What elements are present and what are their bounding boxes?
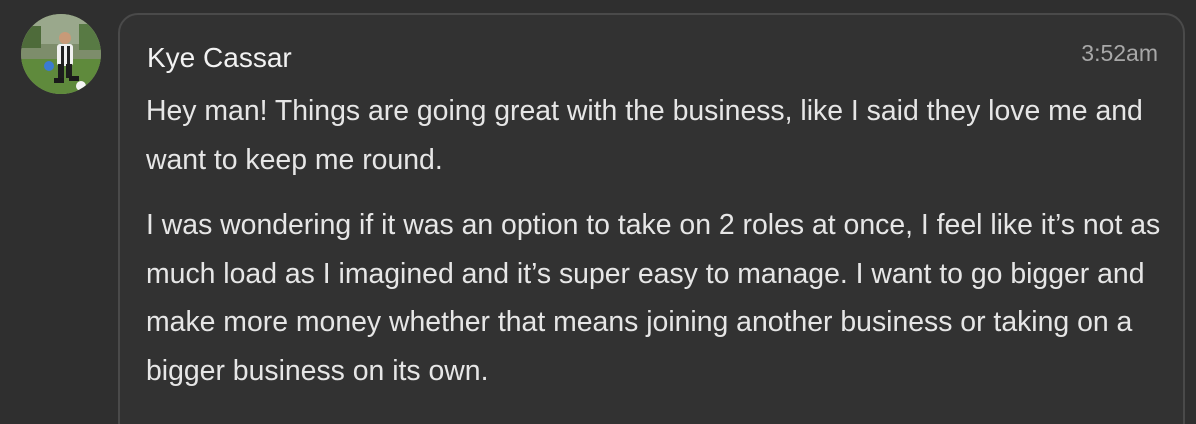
message-paragraph-2: I was wondering if it was an option to t… xyxy=(146,209,1161,387)
message-paragraph-1: Hey man! Things are going great with the… xyxy=(146,95,1143,176)
chat-view: Kye Cassar 3:52am Hey man! Things are go… xyxy=(0,0,1196,424)
avatar-photo-icon xyxy=(21,14,101,94)
message-bubble[interactable]: Kye Cassar 3:52am Hey man! Things are go… xyxy=(118,13,1185,424)
avatar[interactable] xyxy=(21,14,101,94)
message-body: Hey man! Things are going great with the… xyxy=(146,87,1161,395)
message-timestamp: 3:52am xyxy=(1081,40,1158,66)
sender-name: Kye Cassar xyxy=(147,42,292,73)
